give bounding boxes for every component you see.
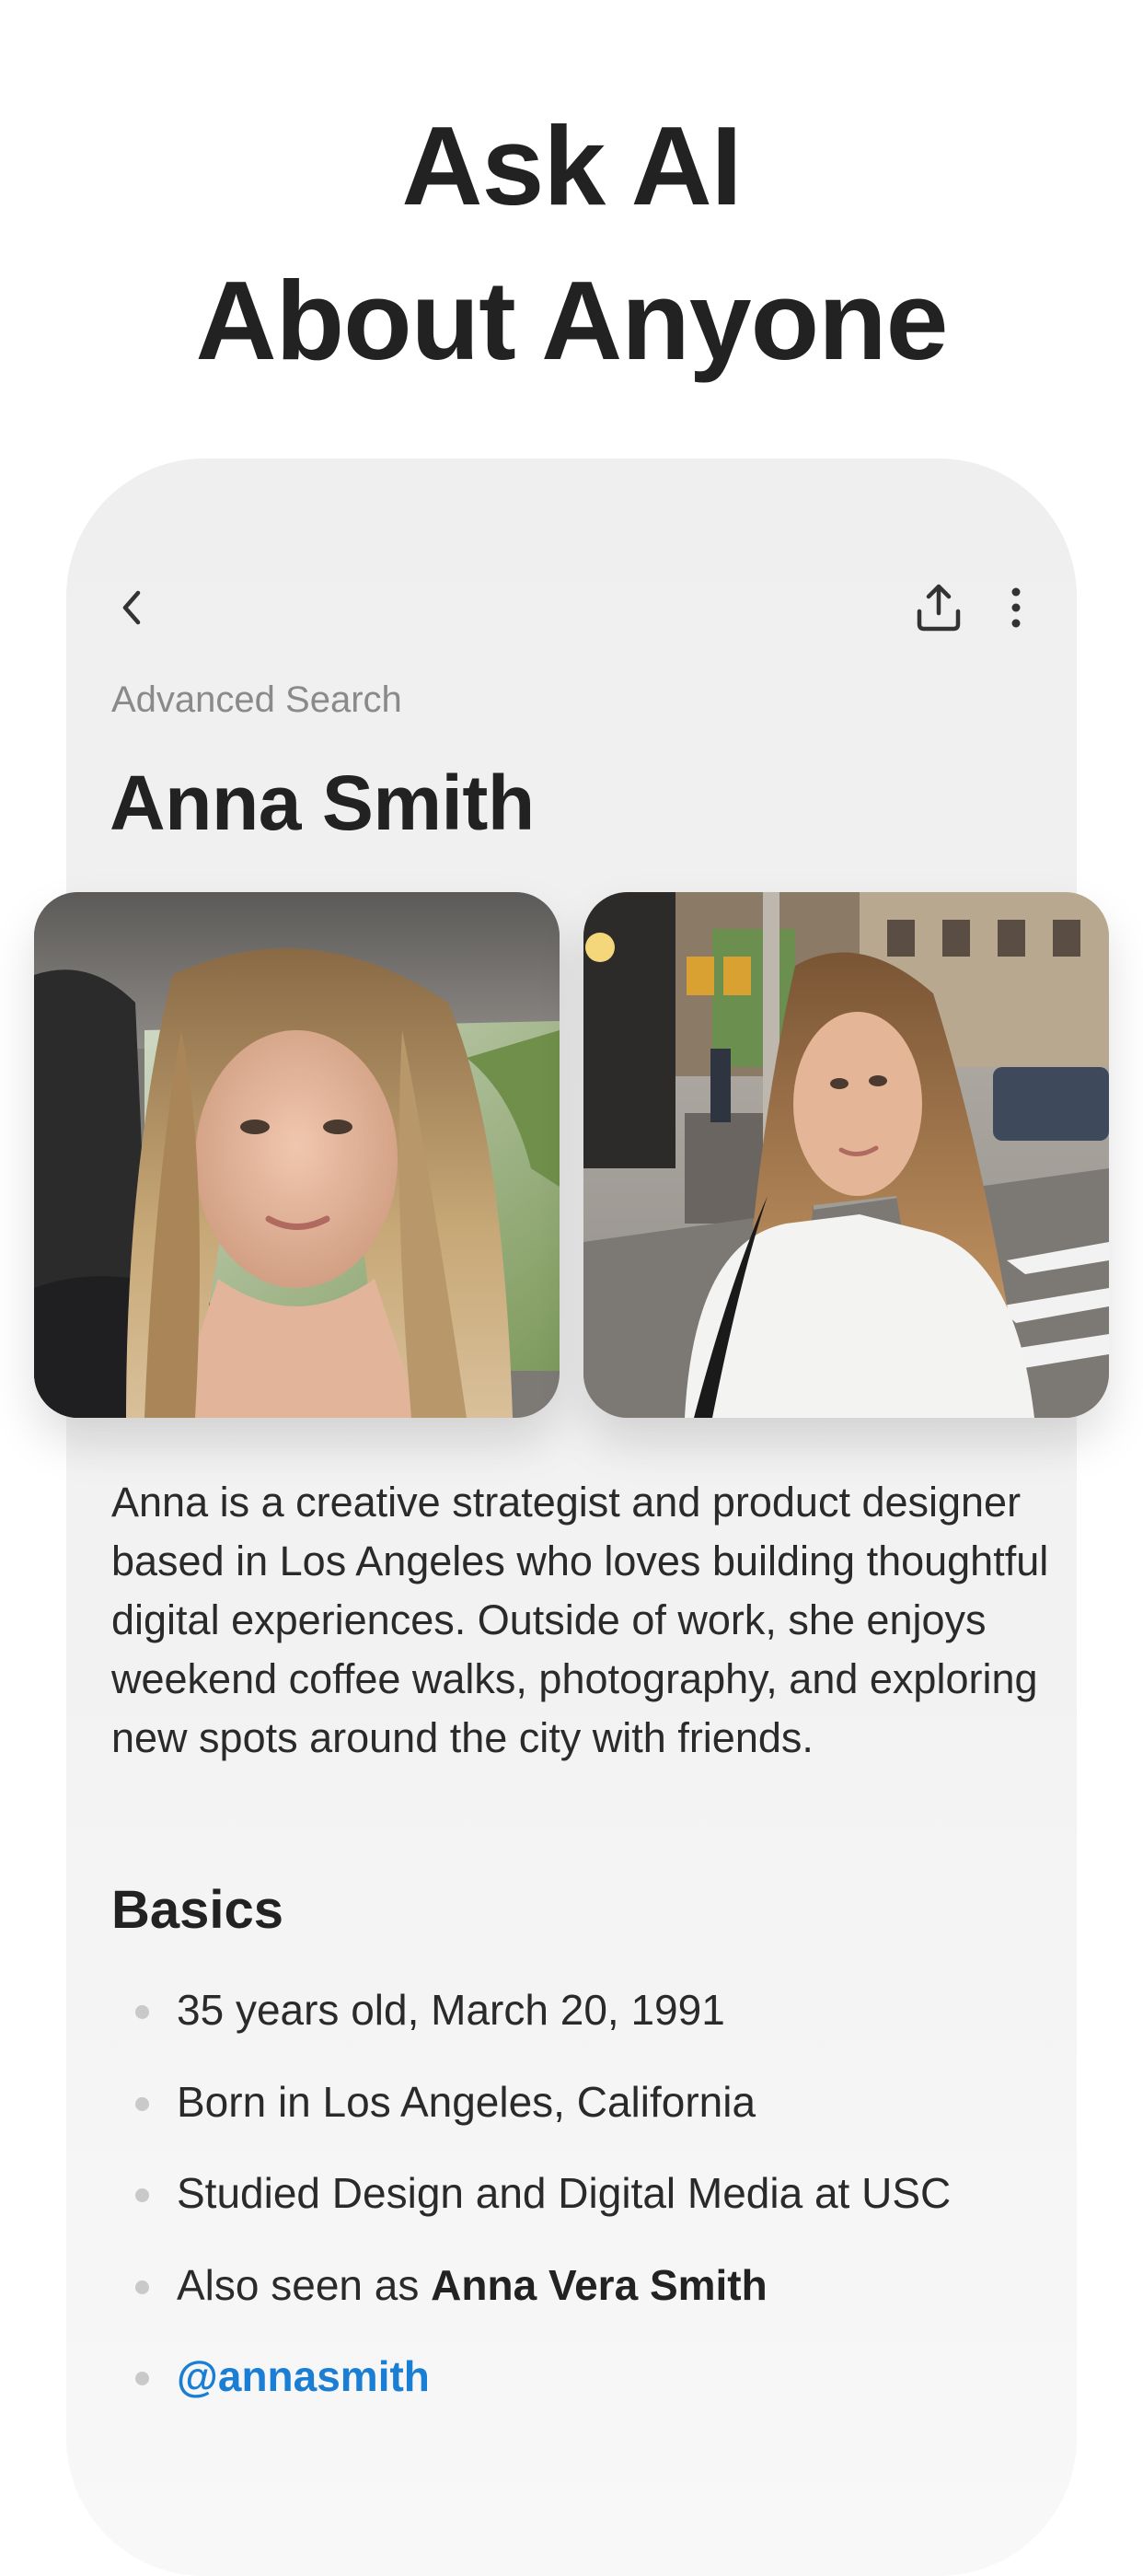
breadcrumb: Advanced Search: [111, 679, 402, 720]
basics-item-education: Studied Design and Digital Media at USC: [111, 2148, 1050, 2240]
profile-photo-2[interactable]: [583, 892, 1109, 1418]
profile-photo-1[interactable]: [34, 892, 560, 1418]
bullet-dot: [135, 2372, 149, 2385]
chevron-left-icon: [122, 590, 141, 625]
basics-item-handle: @annasmith: [111, 2331, 1050, 2423]
age-text: 35 years old, March 20, 1991: [177, 1986, 725, 2034]
marketing-headline: Ask AI About Anyone: [0, 88, 1143, 398]
basics-heading: Basics: [111, 1880, 284, 1940]
bullet-dot: [135, 2188, 149, 2202]
basics-list: 35 years old, March 20, 1991 Born in Los…: [111, 1965, 1050, 2423]
basics-item-alias: Also seen as Anna Vera Smith: [111, 2240, 1050, 2332]
bullet-dot: [135, 2096, 149, 2111]
alias-prefix: Also seen as: [177, 2260, 432, 2309]
share-upload-icon: [917, 584, 961, 632]
more-vertical-icon: [1011, 587, 1021, 628]
selfie-in-car-photo: [34, 892, 560, 1418]
headline-line-1: Ask AI: [401, 103, 742, 228]
headline-line-2: About Anyone: [195, 258, 948, 383]
profile-name: Anna Smith: [110, 760, 535, 846]
share-button[interactable]: [911, 580, 966, 635]
profile-bio: Anna is a creative strategist and produc…: [111, 1479, 1049, 1761]
back-button[interactable]: [109, 580, 155, 635]
education-text: Studied Design and Digital Media at USC: [177, 2169, 952, 2217]
street-crosswalk-photo: [583, 892, 1109, 1418]
social-handle-link[interactable]: @annasmith: [177, 2352, 430, 2400]
basics-item-birthplace: Born in Los Angeles, California: [111, 2057, 1050, 2149]
alias-name: Anna Vera Smith: [431, 2260, 768, 2309]
bullet-dot: [135, 2280, 149, 2294]
birthplace-text: Born in Los Angeles, California: [177, 2077, 756, 2126]
bullet-dot: [135, 2005, 149, 2019]
more-options-button[interactable]: [999, 580, 1033, 635]
basics-item-age: 35 years old, March 20, 1991: [111, 1965, 1050, 2057]
